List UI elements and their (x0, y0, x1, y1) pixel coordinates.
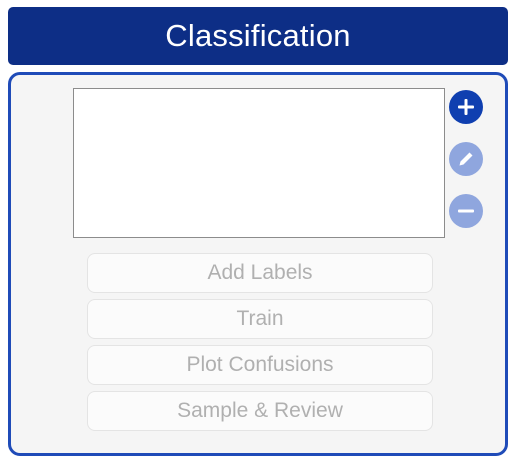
train-button[interactable]: Train (87, 299, 433, 339)
page-title: Classification (165, 18, 351, 53)
labels-listbox[interactable] (73, 88, 445, 238)
train-label: Train (236, 307, 284, 330)
sample-review-button[interactable]: Sample & Review (87, 391, 433, 431)
minus-icon (458, 209, 474, 213)
sample-review-label: Sample & Review (177, 399, 343, 422)
plot-confusions-label: Plot Confusions (186, 353, 334, 376)
remove-label-button[interactable] (449, 194, 483, 228)
edit-label-button[interactable] (449, 142, 483, 176)
header-bar: Classification (8, 7, 508, 65)
pencil-icon (459, 152, 473, 166)
classification-panel: Add Labels Train Plot Confusions Sample … (8, 72, 508, 456)
add-labels-label: Add Labels (207, 261, 313, 284)
add-label-button[interactable] (449, 90, 483, 124)
plot-confusions-button[interactable]: Plot Confusions (87, 345, 433, 385)
plus-icon (458, 99, 474, 115)
add-labels-button[interactable]: Add Labels (87, 253, 433, 293)
